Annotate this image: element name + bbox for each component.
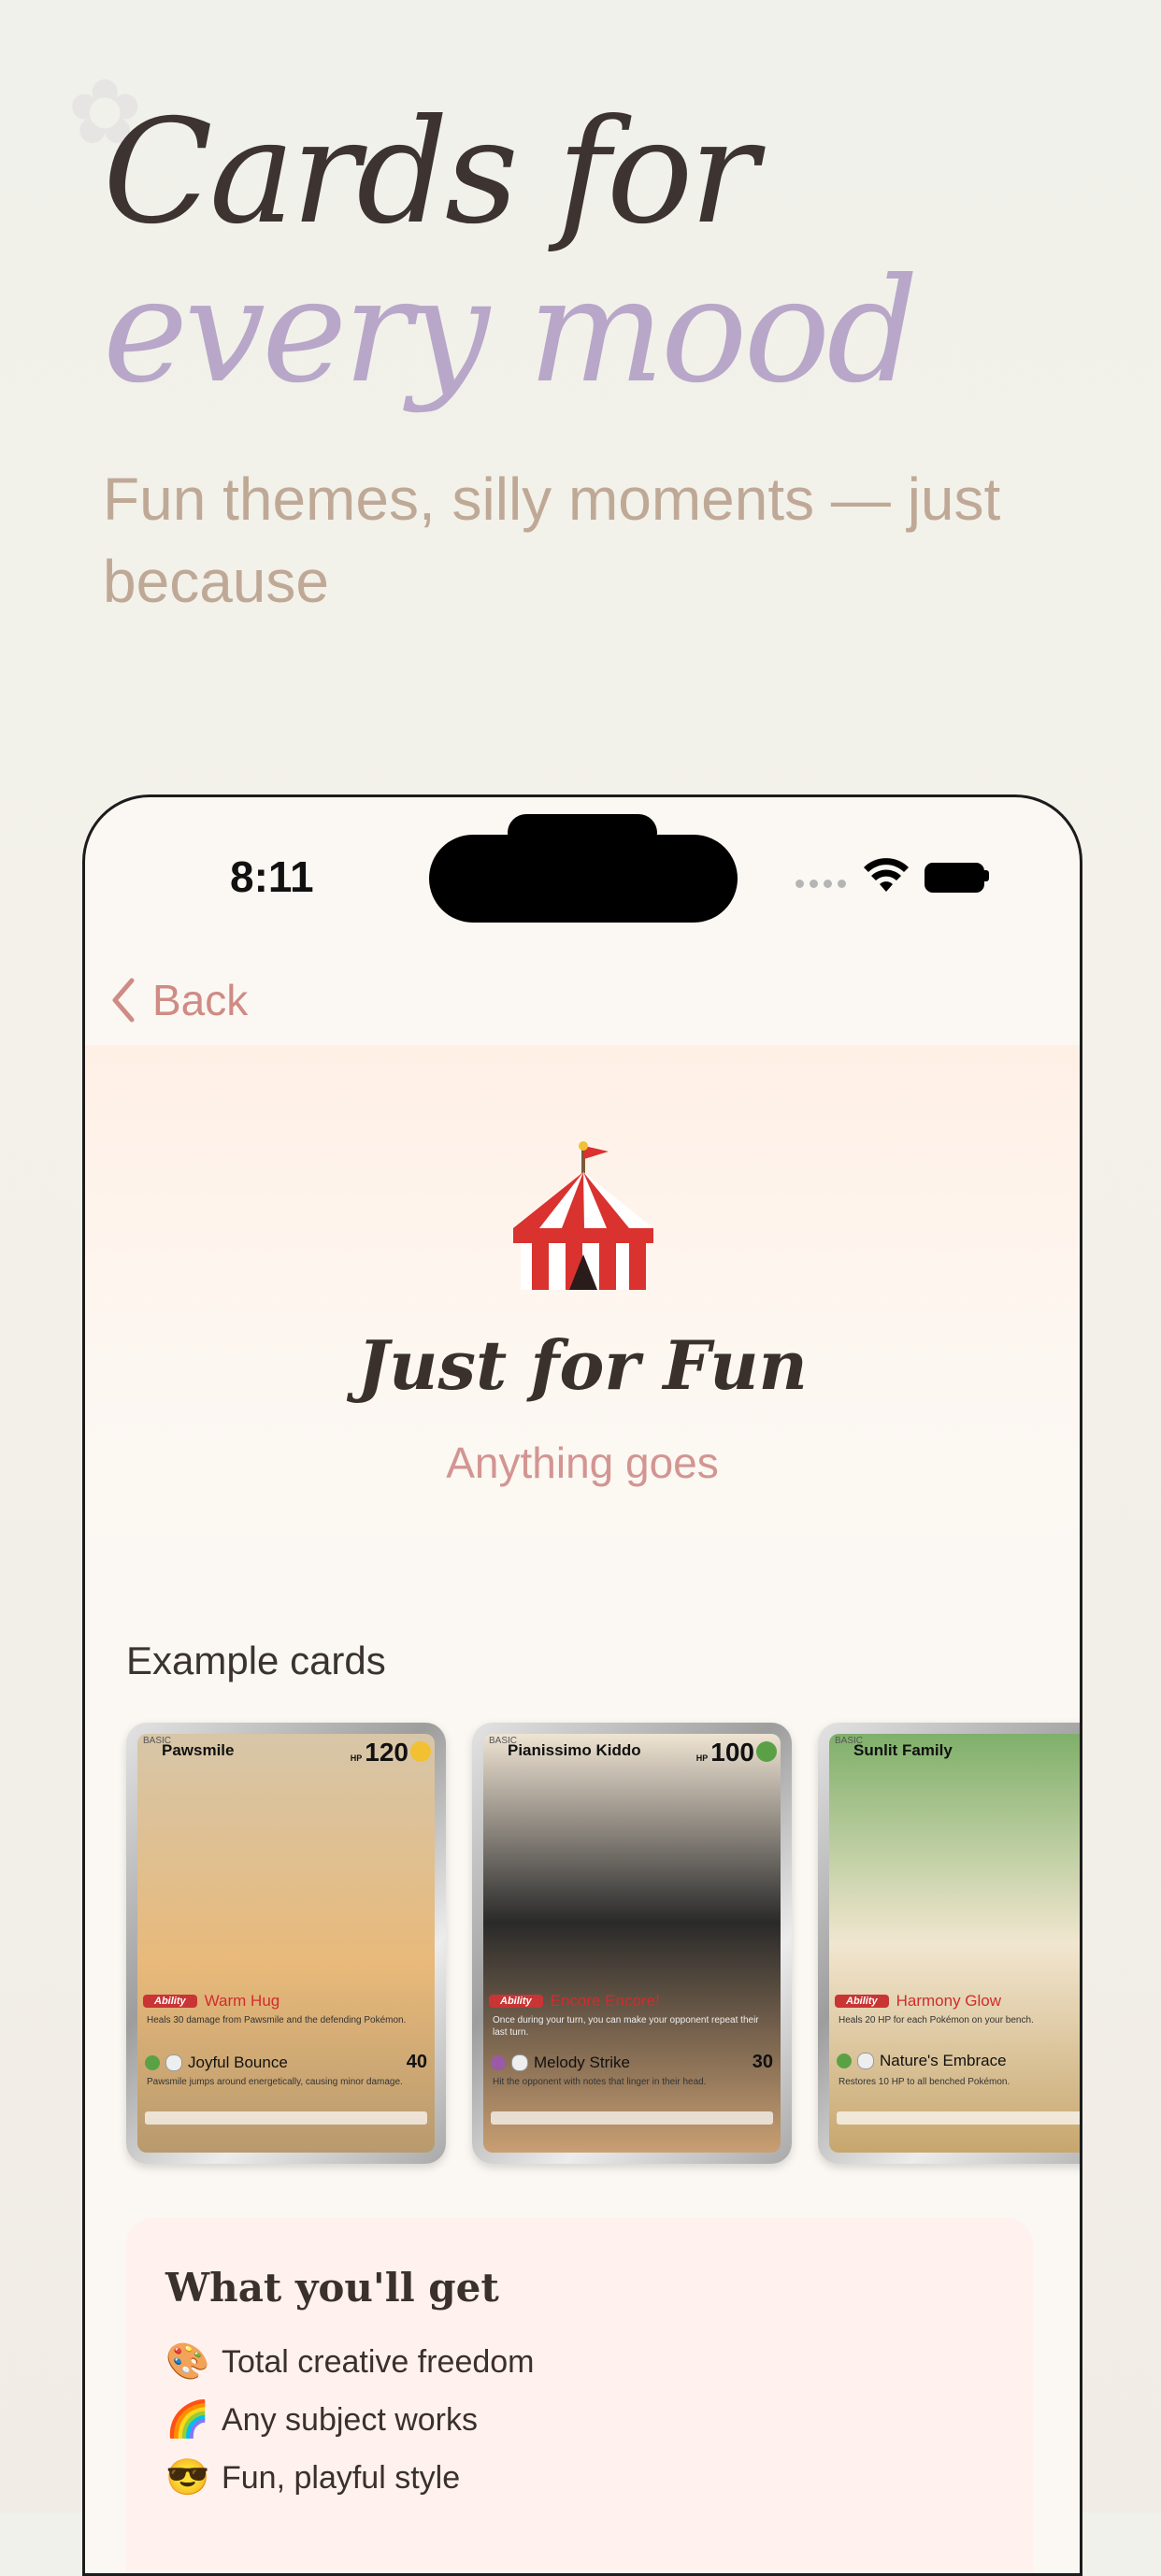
signal-icon — [796, 880, 846, 888]
nav-bar: Back — [85, 937, 1080, 1050]
grass-energy-icon — [756, 1741, 777, 1762]
chevron-left-icon — [112, 978, 135, 1023]
card-face: BASIC Sunlit Family HP15 Ability Harmony… — [829, 1734, 1080, 2153]
status-time: 8:11 — [230, 852, 314, 901]
card-name: Pawsmile — [162, 1741, 235, 1759]
back-label: Back — [152, 976, 249, 1024]
colorless-energy-icon — [165, 2054, 182, 2071]
card-face: BASIC Pawsmile HP 120 Ability Warm Hug He… — [137, 1734, 435, 2153]
example-card-3[interactable]: BASIC Sunlit Family HP15 Ability Harmony… — [818, 1723, 1080, 2164]
headline-line-2: every mood — [103, 248, 919, 415]
rainbow-icon: 🌈 — [165, 2400, 210, 2440]
card-footer — [145, 2111, 427, 2125]
benefits-panel: What you'll get 🎨 Total creative freedom… — [126, 2218, 1033, 2573]
battery-icon — [924, 863, 984, 893]
card-attack-text: Pawsmile jumps around energetically, cau… — [147, 2077, 403, 2087]
benefit-label: Any subject works — [222, 2401, 478, 2438]
benefit-label: Total creative freedom — [222, 2343, 535, 2380]
card-attack-text: Restores 10 HP to all benched Pokémon. — [838, 2077, 1010, 2087]
card-hp: HP 100 — [695, 1738, 754, 1767]
theme-subtitle: Anything goes — [446, 1438, 719, 1487]
palette-icon: 🎨 — [165, 2342, 210, 2382]
circus-tent-icon — [513, 1141, 653, 1290]
example-card-2[interactable]: BASIC Pianissimo Kiddo HP 100 Ability Enc… — [472, 1723, 792, 2164]
card-face: BASIC Pianissimo Kiddo HP 100 Ability Enc… — [483, 1734, 781, 2153]
card-name: Sunlit Family — [853, 1741, 953, 1759]
marketing-subheadline: Fun themes, silly moments — just because — [103, 465, 1001, 615]
psychic-energy-icon — [491, 2054, 506, 2070]
colorless-energy-icon — [511, 2054, 528, 2071]
sunglasses-icon: 😎 — [165, 2458, 210, 2497]
card-attack: Joyful Bounce 40 — [145, 2052, 427, 2073]
card-ability-text: Heals 30 damage from Pawsmile and the de… — [147, 2015, 407, 2025]
card-ability-text: Once during your turn, you can make your… — [493, 2015, 759, 2038]
colorless-energy-icon — [857, 2053, 874, 2069]
card-ability: Ability Encore Encore! — [489, 1992, 775, 2011]
card-footer — [491, 2111, 773, 2125]
headline-line-1: Cards for — [103, 89, 758, 256]
lightning-energy-icon — [410, 1741, 431, 1762]
example-card-1[interactable]: BASIC Pawsmile HP 120 Ability Warm Hug He… — [126, 1723, 446, 2164]
benefit-item: 🎨 Total creative freedom — [165, 2341, 535, 2383]
card-attack: Melody Strike 30 — [491, 2052, 773, 2073]
card-attack-text: Hit the opponent with notes that linger … — [493, 2077, 707, 2087]
wifi-icon — [864, 858, 909, 892]
grass-energy-icon — [145, 2054, 160, 2070]
card-ability-text: Heals 20 HP for each Pokémon on your ben… — [838, 2015, 1034, 2025]
theme-hero: Just for Fun Anything goes — [85, 1045, 1080, 1568]
dynamic-island — [429, 835, 738, 923]
back-button[interactable]: Back — [109, 975, 248, 1025]
theme-title: Just for Fun — [357, 1325, 808, 1405]
card-ability: Ability Harmony Glow — [835, 1992, 1080, 2011]
card-footer — [837, 2111, 1080, 2125]
benefit-item: 🌈 Any subject works — [165, 2399, 478, 2440]
card-name: Pianissimo Kiddo — [508, 1741, 641, 1759]
benefit-label: Fun, playful style — [222, 2459, 461, 2496]
battery-cap — [984, 870, 989, 881]
card-hp: HP 120 — [350, 1738, 408, 1767]
example-cards-carousel[interactable]: BASIC Pawsmile HP 120 Ability Warm Hug He… — [126, 1723, 1080, 2171]
benefit-item: 😎 Fun, playful style — [165, 2457, 460, 2498]
phone-frame: 8:11 Back Just for Fun Anything goes Exa… — [82, 794, 1082, 2576]
status-bar: 8:11 — [85, 797, 1080, 937]
card-ability: Ability Warm Hug — [143, 1992, 429, 2011]
card-attack: Nature's Embrace — [837, 2052, 1080, 2070]
example-cards-label: Example cards — [126, 1639, 386, 1682]
marketing-headline: Cards for every mood — [103, 93, 1094, 411]
grass-energy-icon — [837, 2054, 852, 2068]
benefits-title: What you'll get — [165, 2265, 499, 2311]
